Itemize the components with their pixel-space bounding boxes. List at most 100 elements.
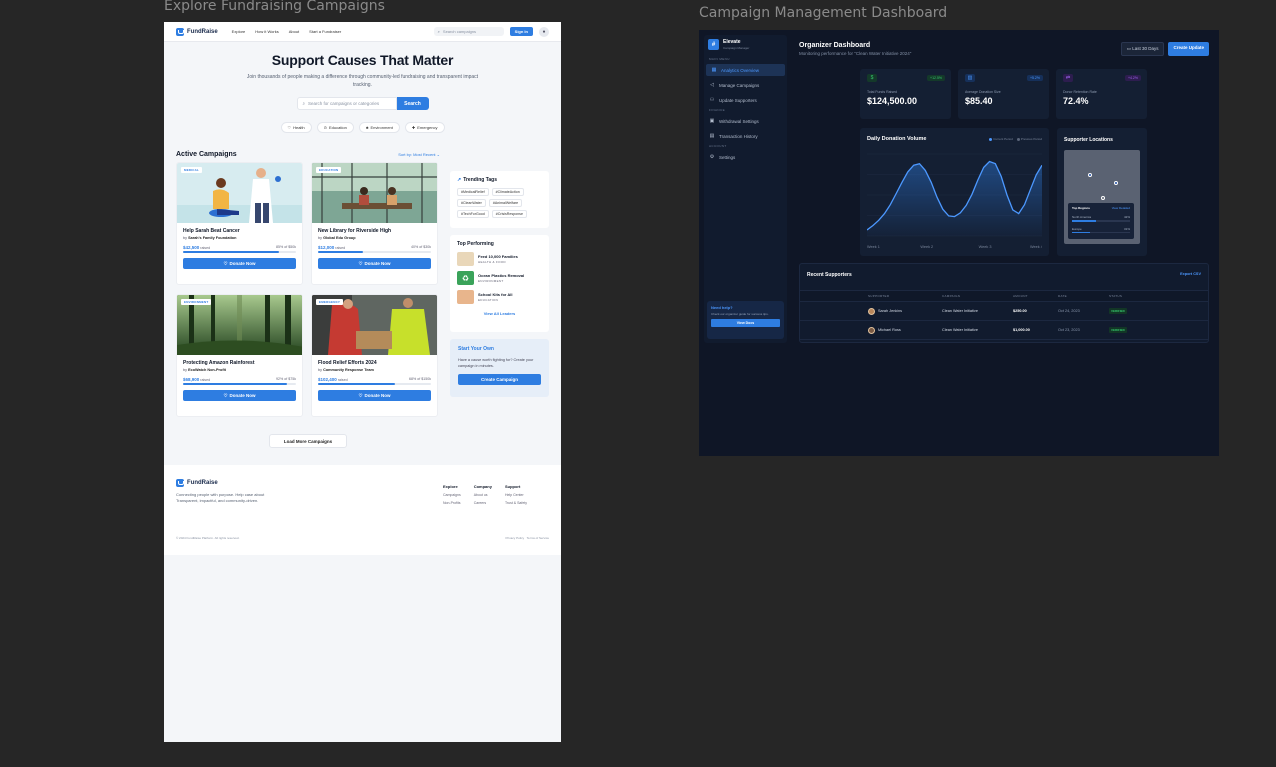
campaign-card[interactable]: ENVIRONMENT Protecting Amazon Rainforest… <box>176 294 303 417</box>
nav-search-input[interactable]: ⌕ Search campaigns <box>433 27 504 36</box>
footer-link[interactable]: About us <box>474 493 492 497</box>
hero-title: Support Causes That Matter <box>271 52 454 68</box>
table-header: SUPPORTER CAMPAIGN AMOUNT DATE STATUS <box>800 290 1208 302</box>
campaign-card[interactable]: MEDICAL Help Sarah Beat Cancer by Sarah'… <box>176 162 303 285</box>
column-header[interactable]: CAMPAIGN <box>942 294 1013 298</box>
map[interactable]: Top Regions View Detailed North America 42… <box>1064 150 1140 244</box>
region-bar <box>1072 220 1130 222</box>
sidebar-item-update[interactable]: ⚇ Update Supporters <box>704 94 787 106</box>
chip-environment[interactable]: ♣ Environment <box>358 122 400 133</box>
sidebar-item-history[interactable]: ▤ Transaction History <box>704 130 787 142</box>
kpi-label: Average Donation Size <box>965 90 1001 94</box>
column-header[interactable]: SUPPORTER <box>868 294 942 298</box>
donate-button[interactable]: ♡ Donate Now <box>318 390 431 401</box>
hero-search-button[interactable]: Search <box>396 97 429 110</box>
kpi-row: $ +12.5% Total Funds Raised $124,500.00 … <box>860 69 1147 119</box>
column-header[interactable]: DATE <box>1058 294 1109 298</box>
donate-button[interactable]: ♡ Donate Now <box>183 390 296 401</box>
sort-dropdown[interactable]: Sort by: Most Recent ⌄ <box>398 152 440 157</box>
chip-health[interactable]: ♡ Health <box>280 122 312 133</box>
donate-label: Donate Now <box>364 393 391 398</box>
terms-link[interactable]: Terms of Service <box>527 536 549 540</box>
privacy-link[interactable]: Privacy Policy <box>505 536 524 540</box>
donate-button[interactable]: ♡ Donate Now <box>183 258 296 269</box>
footer-col-explore: Explore Campaigns Non-Profits <box>443 484 461 505</box>
nav-start-fundraiser[interactable]: Start a Fundraiser <box>309 29 341 34</box>
progress-bar <box>183 383 296 385</box>
map-pin[interactable] <box>1114 181 1118 185</box>
view-detailed-link[interactable]: View Detailed <box>1112 206 1130 210</box>
section-title: Active Campaigns <box>176 150 237 158</box>
nav-explore[interactable]: Explore <box>232 29 246 34</box>
column-header[interactable]: STATUS <box>1109 294 1169 298</box>
nav-about[interactable]: About <box>289 29 299 34</box>
list-item[interactable]: ♻ Ocean Plastics Removal ENVIRONMENT <box>457 271 542 285</box>
campaign-card[interactable]: EDUCATION New Library for Riverside High… <box>311 162 438 285</box>
sidebar-item-settings[interactable]: ⚙ Settings <box>704 151 787 163</box>
chip-education[interactable]: ⊙ Education <box>316 122 354 133</box>
date-range-label: Last 30 Days <box>1132 46 1159 51</box>
table-row[interactable]: Michael Ross Clean Water Initiative $1,0… <box>800 321 1208 340</box>
wallet-icon: ▣ <box>709 118 715 124</box>
create-campaign-button[interactable]: Create Campaign <box>458 374 541 385</box>
progress-bar <box>318 251 431 253</box>
kpi-value: $124,500.00 <box>867 96 918 106</box>
campaign-by: by <box>318 236 323 240</box>
x-tick-label: Week 2 <box>920 245 933 249</box>
dashboard-brand[interactable]: # Elevate Campaign Manager <box>704 35 787 50</box>
footer-link[interactable]: Trust & Safety <box>505 501 527 505</box>
region-pct: 31% <box>1123 226 1130 231</box>
hero-subtitle: Join thousands of people making a differ… <box>246 74 479 88</box>
list-item[interactable]: School Kits for All EDUCATION <box>457 290 542 304</box>
date-range-button[interactable]: ▭ Last 30 Days <box>1120 42 1165 56</box>
bar-chart-icon: ▥ <box>965 74 975 82</box>
map-pin[interactable] <box>1101 196 1105 200</box>
chip-emergency[interactable]: ✚ Emergency <box>404 122 445 133</box>
tag-pill[interactable]: #AnimalWelfare <box>488 199 523 207</box>
footer-link[interactable]: Careers <box>474 501 492 505</box>
campaign-card[interactable]: EMERGENCY Flood Relief Efforts 2024 by C… <box>311 294 438 417</box>
tag-pill[interactable]: #MedicalRelief <box>457 188 489 196</box>
tag-pill[interactable]: #ClimateAction <box>491 188 524 196</box>
trending-tags: ↗ Trending Tags #MedicalRelief #ClimateAc… <box>450 171 549 228</box>
top-item-name: School Kits for All <box>478 292 513 297</box>
nav-how-it-works[interactable]: How it Works <box>255 29 278 34</box>
category-chips: ♡ Health ⊙ Education ♣ Environment ✚ Emergen… <box>164 122 561 133</box>
list-item[interactable]: Feed 10,000 Families HEALTH & FOOD <box>457 252 542 266</box>
donate-label: Donate Now <box>229 261 256 266</box>
sidebar-item-withdrawal[interactable]: ▣ Withdrawal Settings <box>704 115 787 127</box>
tag-pill[interactable]: #CrisisResponse <box>491 210 527 218</box>
donate-button[interactable]: ♡ Donate Now <box>318 258 431 269</box>
supporter-amount: $250.00 <box>1013 309 1027 313</box>
sidebar-item-label: Analytics Overview <box>721 67 760 73</box>
map-pin[interactable] <box>1088 173 1092 177</box>
view-docs-button[interactable]: View Docs <box>711 319 780 327</box>
regions-title: Top Regions <box>1072 206 1090 210</box>
footer: FundRaise Connecting people with purpose… <box>164 465 561 555</box>
sidebar-item-manage[interactable]: ◁ Manage Campaigns <box>704 79 787 91</box>
footer-link[interactable]: Non-Profits <box>443 501 461 505</box>
sidebar-item-analytics[interactable]: ▦ Analytics Overview <box>706 64 785 76</box>
view-all-leaders-link[interactable]: View All Leaders <box>457 311 542 316</box>
footer-link[interactable]: Help Center <box>505 493 527 497</box>
footer-link[interactable]: Campaigns <box>443 493 461 497</box>
user-icon[interactable]: ● <box>539 26 549 37</box>
food-thumbnail <box>457 252 474 266</box>
campaign-tag: ENVIRONMENT <box>181 299 212 305</box>
export-csv-button[interactable]: Export CSV <box>1180 272 1201 278</box>
column-header[interactable]: AMOUNT <box>1013 294 1058 298</box>
brand-logo[interactable]: FundRaise <box>176 27 218 36</box>
page-title: Organizer Dashboard <box>799 42 871 49</box>
top-regions: Top Regions View Detailed North America 42… <box>1068 203 1134 239</box>
table-row[interactable]: Sarah Jenkins Clean Water Initiative $25… <box>800 302 1208 321</box>
fundraise-frame: FundRaise Explore How it Works About Sta… <box>164 22 561 742</box>
tag-pill[interactable]: #TechForGood <box>457 210 489 218</box>
kpi-card: $ +12.5% Total Funds Raised $124,500.00 <box>860 69 951 119</box>
sign-in-button[interactable]: Sign In <box>509 27 533 36</box>
tag-pill[interactable]: #CleanWater <box>457 199 486 207</box>
hero-search-input[interactable]: ⌕ Search for campaigns or categories <box>296 97 397 110</box>
sidebar-item-label: Manage Campaigns <box>719 82 760 88</box>
create-update-button[interactable]: Create Update <box>1168 42 1209 56</box>
load-more-button[interactable]: Load More Campaigns <box>269 434 347 448</box>
kpi-delta: +5.2% <box>1026 75 1043 81</box>
